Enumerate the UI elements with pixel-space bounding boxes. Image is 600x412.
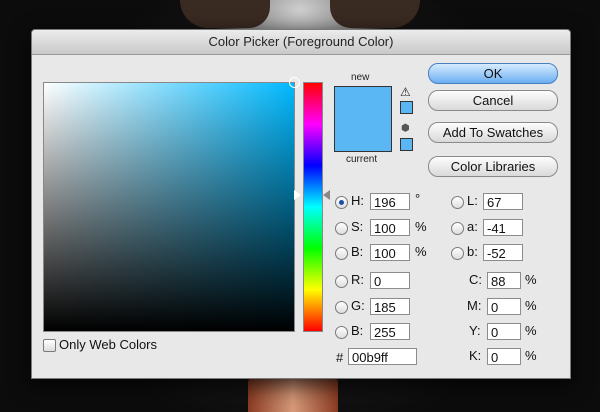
new-label: new [351,72,370,83]
background-hair-right [330,0,420,28]
brightness-input[interactable]: 100 [370,244,410,261]
lab-b-input[interactable]: -52 [483,244,523,261]
label-green: G: [351,298,365,313]
unit-saturation: % [415,219,427,234]
label-magenta: M: [467,298,482,313]
red-input[interactable]: 0 [370,272,410,289]
add-to-swatches-button[interactable]: Add To Swatches [428,122,558,143]
unit-yellow: % [525,323,537,338]
web-safe-color-swatch[interactable] [400,138,413,151]
gamut-color-swatch[interactable] [400,101,413,114]
label-brightness: B: [351,244,364,259]
cancel-button[interactable]: Cancel [428,90,558,111]
radio-green[interactable] [335,301,348,314]
radio-lab-b[interactable] [451,247,464,260]
saturation-input[interactable]: 100 [370,219,410,236]
color-picker-dialog: Color Picker (Foreground Color) new curr… [31,29,571,379]
lab-l-input[interactable]: 67 [483,193,523,210]
cyan-input[interactable]: 88 [487,272,521,289]
color-field-cursor[interactable] [289,77,300,88]
ok-button[interactable]: OK [428,63,558,84]
yellow-input[interactable]: 0 [487,323,521,340]
hue-slider-handle-left[interactable] [294,190,301,200]
unit-black: % [525,348,537,363]
label-yellow: Y: [469,323,481,338]
background-hair-left [180,0,270,28]
unit-cyan: % [525,272,537,287]
hue-slider-handle-right[interactable] [323,190,330,200]
radio-saturation[interactable] [335,222,348,235]
hue-input[interactable]: 196 [370,193,410,210]
hue-slider[interactable] [303,82,323,332]
label-blue: B: [351,323,364,338]
unit-hue: ° [415,191,421,206]
radio-red[interactable] [335,275,348,288]
color-libraries-button[interactable]: Color Libraries [428,156,558,177]
current-color-swatch[interactable] [335,119,391,151]
hex-input[interactable]: 00b9ff [348,348,417,365]
label-black: K: [469,348,482,363]
radio-hue[interactable] [335,196,348,209]
radio-lab-a[interactable] [451,222,464,235]
black-input[interactable]: 0 [487,348,521,365]
lab-a-input[interactable]: -41 [483,219,523,236]
only-web-colors-label: Only Web Colors [59,337,158,352]
label-saturation: S: [351,219,364,234]
color-field[interactable] [43,77,300,332]
green-input[interactable]: 185 [370,298,410,315]
new-color-swatch [335,87,391,119]
label-lab-a: a: [467,219,478,234]
color-preview [334,86,392,152]
only-web-colors-checkbox[interactable] [43,339,56,352]
magenta-input[interactable]: 0 [487,298,521,315]
unit-brightness: % [415,244,427,259]
radio-brightness[interactable] [335,247,348,260]
warning-triangle-icon[interactable]: ⚠ [400,86,412,98]
background-collar [248,375,338,412]
web-safe-cube-icon[interactable]: ⬢ [401,124,411,134]
label-lab-b: b: [467,244,478,259]
current-label: current [346,154,378,165]
radio-lightness[interactable] [451,196,464,209]
label-hue: H: [351,193,364,208]
label-cyan: C: [469,272,482,287]
unit-magenta: % [525,298,537,313]
radio-blue[interactable] [335,326,348,339]
label-red: R: [351,272,364,287]
label-hex: # [336,350,344,365]
blue-input[interactable]: 255 [370,323,410,340]
dialog-title: Color Picker (Foreground Color) [32,30,570,55]
label-lightness: L: [467,193,478,208]
